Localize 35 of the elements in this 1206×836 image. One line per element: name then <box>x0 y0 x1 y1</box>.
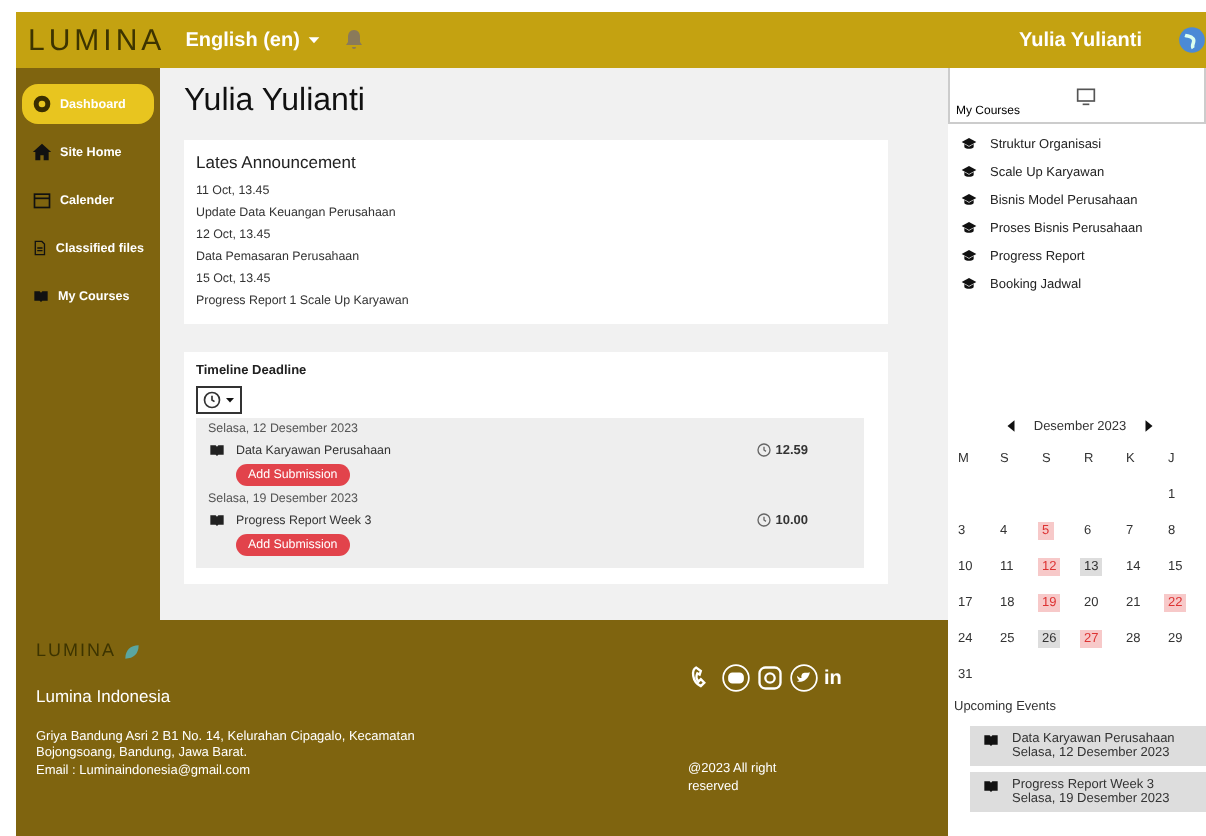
globe-icon <box>1178 26 1206 54</box>
dashboard-icon <box>32 94 52 114</box>
clock-icon <box>755 512 772 528</box>
leaf-icon <box>122 641 143 662</box>
monitor-icon <box>1074 86 1098 106</box>
clock-icon <box>202 390 222 410</box>
book-icon <box>982 778 1000 794</box>
company-name: Lumina Indonesia <box>36 685 173 708</box>
bird-icon <box>790 664 818 692</box>
book-icon <box>32 288 50 304</box>
logo: LUMINA <box>28 23 166 57</box>
footer-logo: LUMINA <box>36 640 117 664</box>
graduation-cap-icon <box>960 136 978 152</box>
page-title: Yulia Yulianti <box>184 84 367 120</box>
calendar-icon <box>32 190 52 210</box>
previous-icon <box>1003 418 1018 434</box>
bell-icon <box>341 28 366 52</box>
book-icon <box>208 512 226 528</box>
graduation-cap-icon <box>960 248 978 264</box>
book-icon <box>208 442 226 458</box>
graduation-cap-icon <box>960 164 978 180</box>
camera-icon <box>756 664 784 692</box>
clock-icon <box>755 442 772 458</box>
linkedin-link[interactable]: in <box>824 665 842 691</box>
graduation-cap-icon <box>960 192 978 208</box>
card-title: Lates Announcement <box>196 152 358 172</box>
next-icon <box>1142 418 1157 434</box>
graduation-cap-icon <box>960 276 978 292</box>
caret-icon <box>305 32 322 48</box>
home-icon <box>32 142 52 162</box>
caret-icon <box>224 394 236 406</box>
filter-dropdown[interactable] <box>196 386 242 414</box>
book-icon <box>982 732 1000 748</box>
graduation-cap-icon <box>960 220 978 236</box>
file-icon <box>32 238 48 258</box>
